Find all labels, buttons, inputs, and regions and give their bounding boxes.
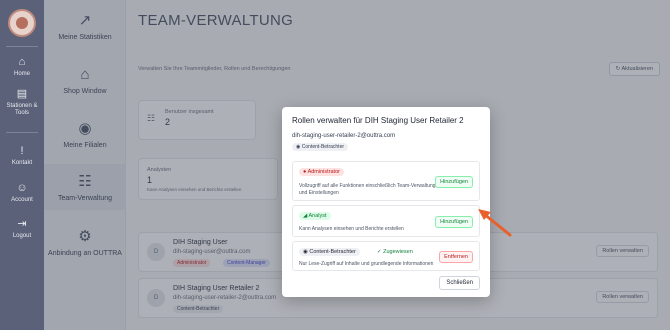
- eye-icon: ◉: [296, 144, 301, 150]
- rail-item-home[interactable]: ⌂ Home: [0, 56, 44, 78]
- tools-icon: ▤: [16, 88, 28, 100]
- add-role-button[interactable]: Hinzufügen: [435, 216, 473, 228]
- role-tag-analyst: ◢ Analyst: [299, 212, 331, 220]
- role-name: Analyst: [308, 213, 327, 219]
- rail-item-label: Home: [13, 71, 30, 77]
- remove-role-button[interactable]: Entfernen: [439, 251, 473, 263]
- current-role-badge: ◉ Content-Betrachter: [292, 143, 349, 151]
- close-dialog-button[interactable]: Schließen: [439, 276, 480, 290]
- pointer-arrow-icon: [478, 209, 512, 237]
- role-description: Vollzugriff auf alle Funktionen einschli…: [299, 183, 436, 196]
- role-name: Administrator: [307, 169, 340, 175]
- rail-divider: [6, 132, 38, 133]
- rail-item-kontakt[interactable]: ! Kontakt: [0, 145, 44, 167]
- rail-item-label: Account: [11, 197, 33, 203]
- rail-item-label: Kontakt: [11, 160, 33, 166]
- current-role-label: Content-Betrachter: [301, 144, 345, 150]
- shield-icon: ●: [303, 169, 307, 175]
- add-role-button[interactable]: Hinzufügen: [435, 176, 473, 188]
- rail-item-stations[interactable]: ▤ Stationen & Tools: [0, 88, 44, 117]
- rail-divider: [6, 46, 38, 47]
- role-card-administrator: ● Administrator Vollzugriff auf alle Fun…: [292, 161, 480, 201]
- role-card-analyst: ◢ Analyst Kann Analysen einsehen und Ber…: [292, 205, 480, 237]
- dialog-title: Rollen verwalten für DIH Staging User Re…: [292, 116, 464, 125]
- chart-icon: ◢: [303, 213, 308, 219]
- rail-item-account[interactable]: ☺ Account: [0, 182, 44, 204]
- rail-item-label: Stationen & Tools: [6, 103, 38, 116]
- role-card-content-betrachter: ◉ Content-Betrachter ✓ Zugewiesen Nur Le…: [292, 241, 480, 271]
- eye-icon: ◉: [303, 249, 308, 255]
- role-description: Kann Analysen einsehen und Berichte erst…: [299, 226, 404, 232]
- role-name: Content-Betrachter: [309, 249, 356, 255]
- alert-icon: !: [20, 145, 24, 157]
- manage-roles-dialog: Rollen verwalten für DIH Staging User Re…: [282, 107, 490, 297]
- app-rail: ⌂ Home ▤ Stationen & Tools ! Kontakt ☺ A…: [0, 0, 44, 330]
- rail-item-label: Logout: [12, 233, 32, 239]
- role-description: Nur Lese-Zugriff auf Inhalte und grundle…: [299, 261, 434, 267]
- home-icon: ⌂: [18, 56, 26, 68]
- logout-icon: ⇥: [17, 218, 27, 230]
- dialog-user-email: dih-staging-user-retailer-2@outtra.com: [292, 133, 396, 139]
- role-tag-content-betrachter: ◉ Content-Betrachter: [299, 248, 360, 256]
- user-avatar[interactable]: [8, 9, 36, 37]
- role-tag-administrator: ● Administrator: [299, 168, 344, 176]
- rail-item-logout[interactable]: ⇥ Logout: [0, 218, 44, 240]
- account-icon: ☺: [16, 182, 28, 194]
- assigned-status: ✓ Zugewiesen: [377, 249, 413, 255]
